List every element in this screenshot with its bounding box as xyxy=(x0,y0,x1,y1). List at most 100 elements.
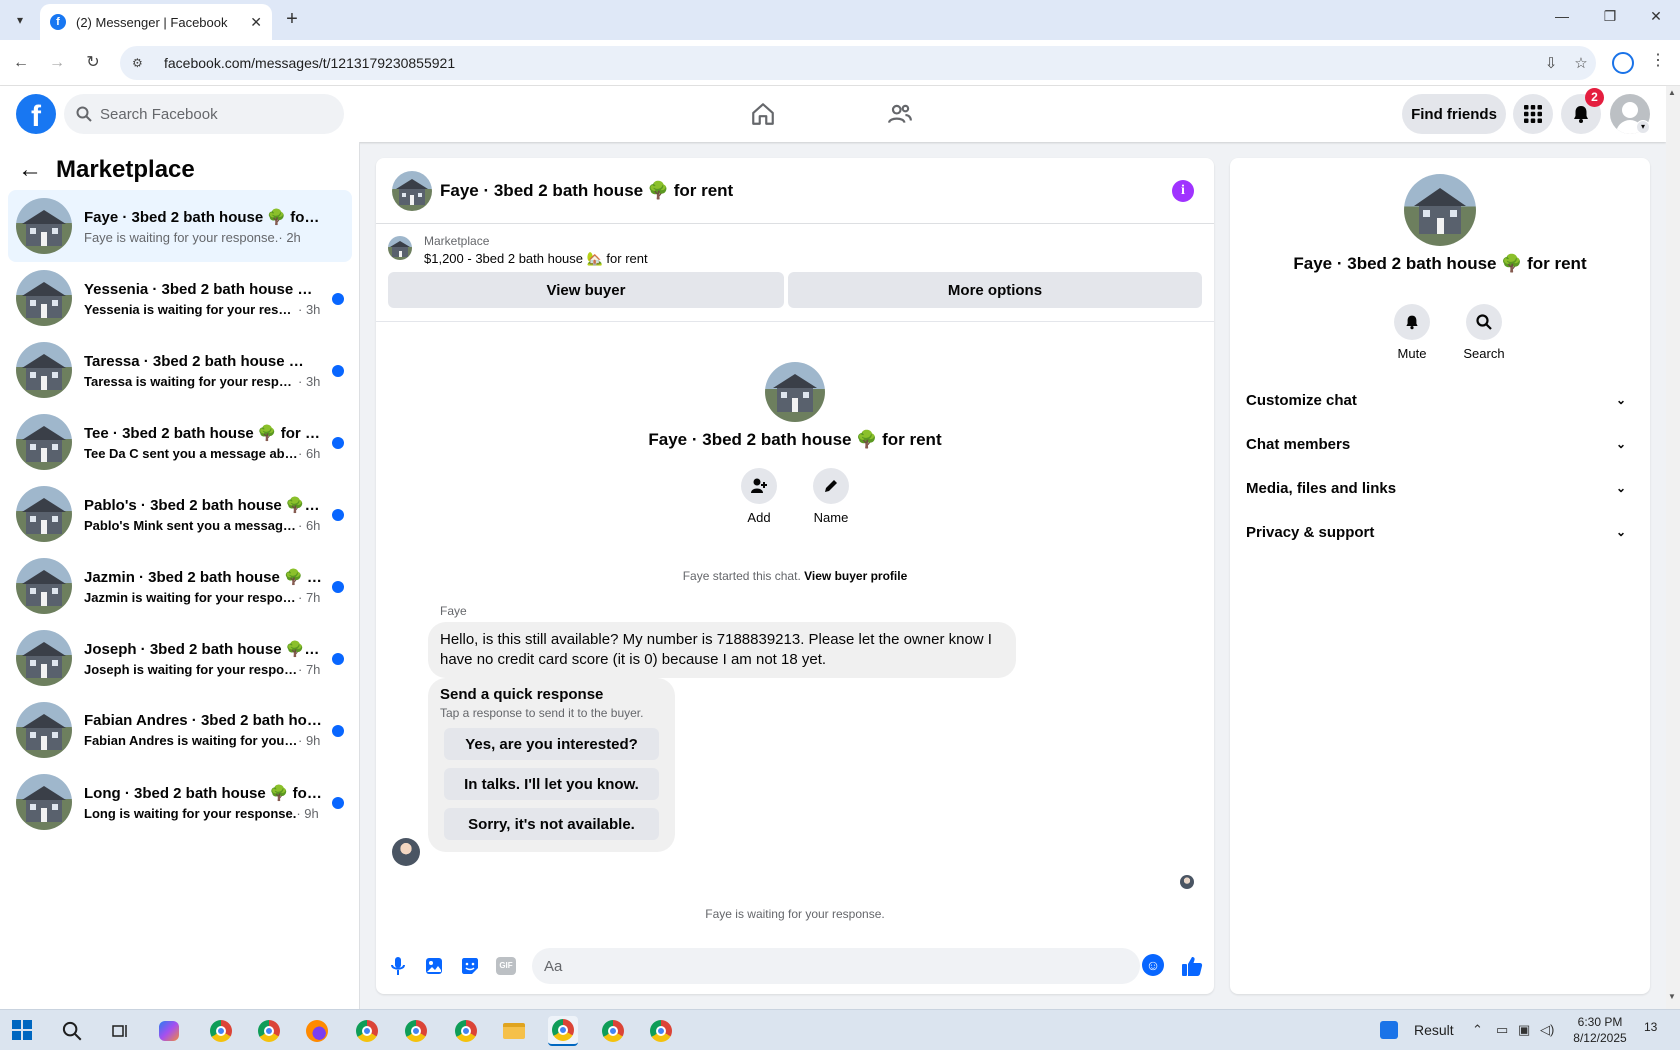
menu-grid-icon[interactable] xyxy=(1513,94,1553,134)
browser-profile-icon[interactable] xyxy=(1612,52,1634,74)
conversation-name: Pablo's · 3bed 2 bath house 🌳 f... xyxy=(84,496,322,514)
notifications-button[interactable]: 2 xyxy=(1561,88,1604,134)
volume-icon[interactable]: ◁) xyxy=(1540,1022,1554,1038)
message-input[interactable] xyxy=(544,957,1104,975)
sender-avatar[interactable] xyxy=(392,838,420,866)
browser-menu-icon[interactable]: ⋮ xyxy=(1650,50,1666,70)
forward-icon[interactable]: → xyxy=(46,52,68,74)
conversation-item[interactable]: Faye · 3bed 2 bath house 🌳 for rent Faye … xyxy=(8,190,352,262)
show-hidden-icons-icon[interactable]: ⌃ xyxy=(1472,1022,1483,1038)
chrome-taskbar-icon[interactable] xyxy=(206,1016,236,1046)
view-buyer-profile-link[interactable]: View buyer profile xyxy=(804,569,907,583)
friends-icon[interactable] xyxy=(882,96,918,132)
conversation-item[interactable]: Long · 3bed 2 bath house 🌳 for ... Long i… xyxy=(8,766,352,838)
tab-search-button[interactable]: ▾ xyxy=(8,8,32,32)
device-icon[interactable]: ▭ xyxy=(1496,1022,1508,1038)
thumbs-up-icon[interactable] xyxy=(1180,954,1204,978)
microphone-icon[interactable] xyxy=(386,954,410,978)
notification-center-icon[interactable]: 13 xyxy=(1644,1020,1657,1034)
browser-tab[interactable]: f (2) Messenger | Facebook ✕ xyxy=(40,4,272,40)
firefox-icon[interactable] xyxy=(302,1016,332,1046)
address-bar[interactable]: ⚙ facebook.com/messages/t/12131792308559… xyxy=(120,46,1596,80)
minimize-icon[interactable]: — xyxy=(1550,8,1574,24)
conversation-item[interactable]: Fabian Andres · 3bed 2 bath hou... Fabian… xyxy=(8,694,352,766)
conversation-item[interactable]: Jazmin · 3bed 2 bath house 🌳 f... Jazmin … xyxy=(8,550,352,622)
chrome-taskbar-icon[interactable] xyxy=(352,1016,382,1046)
mute-button[interactable]: Mute xyxy=(1382,304,1442,361)
chevron-down-icon[interactable]: ▾ xyxy=(1636,120,1650,134)
conversation-name: Taressa · 3bed 2 bath house 🌳 f... xyxy=(84,352,322,370)
find-friends-button[interactable]: Find friends xyxy=(1402,94,1506,134)
facebook-search[interactable] xyxy=(64,94,344,134)
chrome-taskbar-icon[interactable] xyxy=(646,1016,676,1046)
message-composer: GIF ☺ xyxy=(376,940,1214,994)
unread-dot xyxy=(332,797,344,809)
back-icon[interactable]: ← xyxy=(10,52,32,74)
photo-icon[interactable] xyxy=(422,954,446,978)
name-chat-button[interactable]: Name xyxy=(801,468,861,525)
page-scrollbar[interactable]: ▲ ▼ xyxy=(1666,86,1680,1009)
chrome-taskbar-icon[interactable] xyxy=(401,1016,431,1046)
network-icon[interactable]: ▣ xyxy=(1518,1022,1530,1038)
install-app-icon[interactable]: ⇩ xyxy=(1536,54,1566,72)
scroll-up-icon[interactable]: ▲ xyxy=(1668,88,1676,97)
sticker-icon[interactable] xyxy=(458,954,482,978)
chat-intro-title: Faye · 3bed 2 bath house 🌳 for rent xyxy=(648,430,942,449)
privacy-support-section[interactable]: Privacy & support ⌄ xyxy=(1246,510,1634,554)
listing-title[interactable]: $1,200 - 3bed 2 bath house 🏡 for rent xyxy=(424,251,648,267)
chat-title[interactable]: Faye · 3bed 2 bath house 🌳 for rent xyxy=(440,181,733,201)
sidebar-header: ← Marketplace xyxy=(18,156,195,184)
bookmark-star-icon[interactable]: ☆ xyxy=(1566,54,1596,72)
chat-members-section[interactable]: Chat members ⌄ xyxy=(1246,422,1634,466)
chrome-taskbar-icon[interactable] xyxy=(254,1016,284,1046)
home-icon[interactable] xyxy=(745,96,781,132)
result-widget[interactable]: Result xyxy=(1380,1021,1454,1039)
quick-response-not-available[interactable]: Sorry, it's not available. xyxy=(444,808,659,840)
details-title: Faye · 3bed 2 bath house 🌳 for rent xyxy=(1293,254,1587,273)
close-window-icon[interactable]: ✕ xyxy=(1644,8,1668,25)
more-options-button[interactable]: More options xyxy=(788,272,1202,308)
facebook-logo-icon[interactable]: f xyxy=(16,94,56,134)
tab-close-icon[interactable]: ✕ xyxy=(250,14,262,31)
add-member-button[interactable]: Add xyxy=(729,468,789,525)
quick-response-in-talks[interactable]: In talks. I'll let you know. xyxy=(444,768,659,800)
copilot-icon[interactable] xyxy=(154,1016,184,1046)
message-input-box[interactable] xyxy=(532,948,1140,984)
listing-thumbnail[interactable] xyxy=(388,236,412,260)
taskbar-clock[interactable]: 6:30 PM 8/12/2025 xyxy=(1560,1014,1640,1046)
start-icon[interactable] xyxy=(12,1020,32,1040)
conversation-time: · 7h xyxy=(298,589,321,605)
chrome-taskbar-icon-active[interactable] xyxy=(548,1016,578,1046)
back-arrow-icon[interactable]: ← xyxy=(18,156,42,184)
conversation-avatar xyxy=(16,270,72,326)
site-info-icon[interactable]: ⚙ xyxy=(132,56,150,70)
search-icon[interactable] xyxy=(57,1016,87,1046)
scroll-down-icon[interactable]: ▼ xyxy=(1668,992,1676,1001)
conversation-item[interactable]: Taressa · 3bed 2 bath house 🌳 f... Taress… xyxy=(8,334,352,406)
chrome-taskbar-icon[interactable] xyxy=(451,1016,481,1046)
info-icon[interactable]: i xyxy=(1172,180,1194,202)
conversation-item[interactable]: Joseph · 3bed 2 bath house 🌳 f... Joseph … xyxy=(8,622,352,694)
new-tab-button[interactable]: + xyxy=(280,8,304,32)
chat-avatar[interactable] xyxy=(392,170,432,211)
restore-icon[interactable]: ❐ xyxy=(1598,8,1622,25)
search-input[interactable] xyxy=(100,105,320,123)
emoji-icon[interactable]: ☺ xyxy=(1142,954,1164,976)
quick-response-card: Send a quick response Tap a response to … xyxy=(428,678,675,852)
view-buyer-button[interactable]: View buyer xyxy=(388,272,784,308)
file-explorer-icon[interactable] xyxy=(499,1016,529,1046)
media-files-links-section[interactable]: Media, files and links ⌄ xyxy=(1246,466,1634,510)
unread-dot xyxy=(332,653,344,665)
quick-response-yes[interactable]: Yes, are you interested? xyxy=(444,728,659,760)
reload-icon[interactable]: ↻ xyxy=(82,52,104,74)
add-label: Add xyxy=(747,510,771,525)
message-bubble[interactable]: Hello, is this still available? My numbe… xyxy=(428,622,1016,678)
search-in-chat-button[interactable]: Search xyxy=(1454,304,1514,361)
conversation-item[interactable]: Pablo's · 3bed 2 bath house 🌳 f... Pablo'… xyxy=(8,478,352,550)
chrome-taskbar-icon[interactable] xyxy=(598,1016,628,1046)
task-view-icon[interactable] xyxy=(105,1016,135,1046)
conversation-item[interactable]: Tee · 3bed 2 bath house 🌳 for r... Tee Da… xyxy=(8,406,352,478)
gif-icon[interactable]: GIF xyxy=(494,954,518,978)
conversation-item[interactable]: Yessenia · 3bed 2 bath house 🌳 ... Yessen… xyxy=(8,262,352,334)
customize-chat-section[interactable]: Customize chat ⌄ xyxy=(1246,378,1634,422)
